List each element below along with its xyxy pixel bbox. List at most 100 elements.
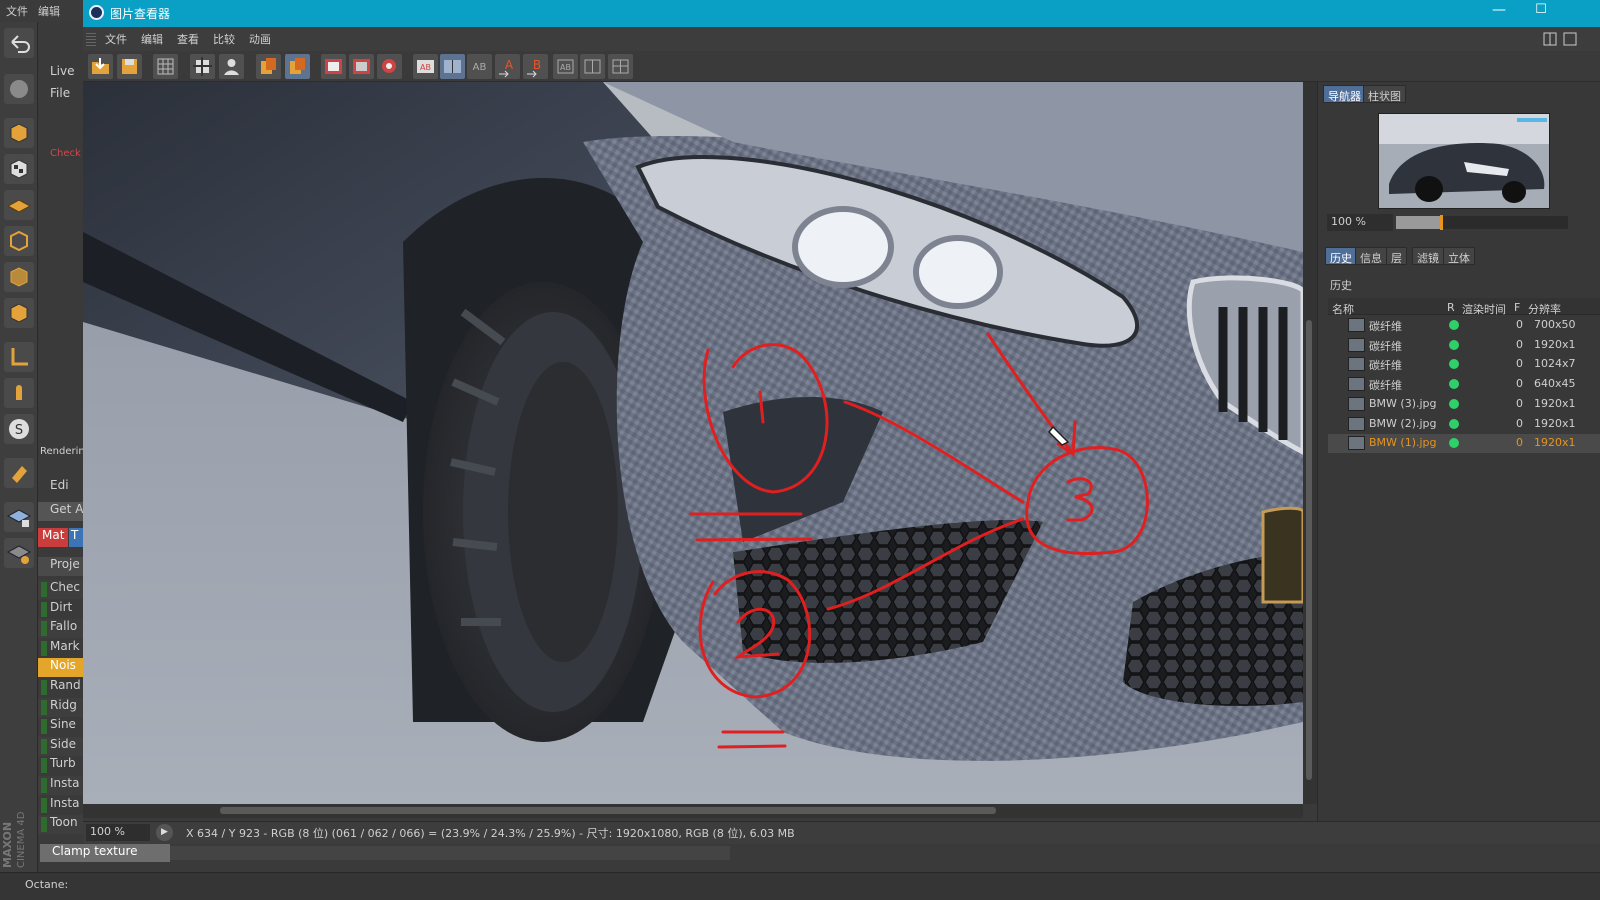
snap-icon[interactable]: S xyxy=(4,414,34,444)
lut-icon[interactable] xyxy=(608,54,633,79)
ab-left-icon[interactable]: AB xyxy=(413,54,438,79)
shader-item[interactable]: Sine xyxy=(38,717,83,736)
tweak-icon[interactable] xyxy=(4,378,34,408)
viewer-menubar: 文件 编辑 查看 比较 动画 xyxy=(83,27,1600,51)
clamp-texture-item[interactable]: Clamp texture xyxy=(40,844,170,862)
minimize-button[interactable]: — xyxy=(1488,2,1510,22)
channels-icon[interactable] xyxy=(580,54,605,79)
shader-item[interactable]: Mark xyxy=(38,639,83,658)
col-r[interactable]: R xyxy=(1447,301,1455,314)
history-row[interactable]: BMW (3).jpg 0 1920x1 xyxy=(1328,395,1600,414)
undo-icon[interactable] xyxy=(4,28,34,58)
horizontal-scroll-thumb[interactable] xyxy=(220,807,996,814)
tab-stereo[interactable]: 立体 xyxy=(1443,247,1475,265)
shader-item[interactable]: Ridg xyxy=(38,697,83,717)
mat-tab[interactable]: Mat xyxy=(38,528,68,547)
shader-item[interactable]: Fallo xyxy=(38,619,83,639)
planar-workplane-icon[interactable] xyxy=(4,538,34,568)
shader-item[interactable]: Rand xyxy=(38,678,83,697)
edges-mode-icon[interactable] xyxy=(4,262,34,292)
layer-a-icon[interactable] xyxy=(256,54,281,79)
history-resolution: 1920x1 xyxy=(1534,416,1576,430)
compare-icon[interactable] xyxy=(377,54,402,79)
shader-item[interactable]: Insta xyxy=(38,796,83,815)
history-name: BMW (2).jpg xyxy=(1369,416,1437,430)
history-row[interactable]: BMW (2).jpg 0 1920x1 xyxy=(1328,415,1600,434)
c4d-menu-file[interactable]: 文件 xyxy=(6,3,28,19)
panel-layout-icon[interactable] xyxy=(1540,30,1596,48)
tab-info[interactable]: 信息 xyxy=(1355,247,1387,265)
axis-icon[interactable] xyxy=(4,342,34,372)
person-icon[interactable] xyxy=(219,54,244,79)
menu-edit[interactable]: 编辑 xyxy=(141,31,163,47)
menubar-grip[interactable] xyxy=(86,32,96,46)
locked-workplane-icon[interactable] xyxy=(4,502,34,532)
tab-navigator[interactable]: 导航器 xyxy=(1323,85,1366,103)
file-label[interactable]: File xyxy=(38,86,83,105)
points-mode-icon[interactable] xyxy=(4,226,34,256)
menu-view[interactable]: 查看 xyxy=(177,31,199,47)
c4d-menu-edit[interactable]: 编辑 xyxy=(38,3,60,19)
menu-compare[interactable]: 比较 xyxy=(213,31,235,47)
menu-file[interactable]: 文件 xyxy=(105,31,127,47)
history-row[interactable]: 碳纤维 0 640x45 xyxy=(1328,375,1600,394)
col-f[interactable]: F xyxy=(1514,301,1520,314)
swap-icon[interactable]: AB xyxy=(553,54,578,79)
set-b-icon[interactable]: B xyxy=(523,54,548,79)
get-button[interactable]: Get A xyxy=(38,502,83,521)
navigator-thumbnail[interactable] xyxy=(1378,113,1550,209)
tab-layers[interactable]: 层 xyxy=(1386,247,1407,265)
shader-item[interactable]: Side xyxy=(38,736,83,756)
menu-animation[interactable]: 动画 xyxy=(249,31,271,47)
c4d-status-bar: Octane: xyxy=(0,872,1600,900)
workplane-icon[interactable] xyxy=(4,190,34,220)
play-icon[interactable]: ▶ xyxy=(156,824,173,841)
history-thumbnail xyxy=(1348,416,1365,431)
open-icon[interactable] xyxy=(88,54,113,79)
col-resolution[interactable]: 分辨率 xyxy=(1528,301,1561,317)
shader-item[interactable]: Nois xyxy=(38,658,83,678)
project-item[interactable]: Proje xyxy=(38,557,83,576)
shader-item[interactable]: Toon xyxy=(38,815,83,835)
history-name: 碳纤维 xyxy=(1369,379,1402,393)
tab-filter[interactable]: 滤镜 xyxy=(1412,247,1444,265)
navigator-zoom-field[interactable]: 100 % xyxy=(1327,214,1393,231)
history-resolution: 1024x7 xyxy=(1534,357,1576,371)
fit-screen-icon[interactable] xyxy=(349,54,374,79)
history-row[interactable]: 碳纤维 0 1024x7 xyxy=(1328,355,1600,374)
maximize-button[interactable]: ☐ xyxy=(1530,2,1552,22)
shader-item[interactable]: Chec xyxy=(38,580,83,599)
ab-icon[interactable]: AB xyxy=(467,54,492,79)
tab-history[interactable]: 历史 xyxy=(1325,247,1357,265)
col-render-time[interactable]: 渲染时间 xyxy=(1462,301,1506,317)
t-tab[interactable]: T xyxy=(69,528,83,547)
navigator-zoom-knob[interactable] xyxy=(1440,215,1443,230)
fit-icon[interactable] xyxy=(321,54,346,79)
history-row[interactable]: 碳纤维 0 700x50 xyxy=(1328,316,1600,335)
grid-icon[interactable] xyxy=(153,54,178,79)
render-region-icon[interactable] xyxy=(190,54,215,79)
object-mode-icon[interactable] xyxy=(4,118,34,148)
viewer-titlebar xyxy=(83,0,1600,27)
svg-text:AB: AB xyxy=(420,63,431,72)
model-mode-icon[interactable] xyxy=(4,74,34,104)
shader-item[interactable]: Insta xyxy=(38,776,83,795)
shader-item[interactable]: Turb xyxy=(38,756,83,775)
ab-split-icon[interactable] xyxy=(440,54,465,79)
image-viewport[interactable] xyxy=(83,82,1303,804)
zoom-field[interactable]: 100 % xyxy=(86,824,150,841)
magnet-icon[interactable] xyxy=(4,458,34,488)
edit-label[interactable]: Edi xyxy=(38,478,83,497)
col-name[interactable]: 名称 xyxy=(1332,301,1354,317)
shader-item[interactable]: Dirt xyxy=(38,600,83,619)
history-row[interactable]: 碳纤维 0 1920x1 xyxy=(1328,336,1600,355)
polygons-mode-icon[interactable] xyxy=(4,298,34,328)
set-a-icon[interactable]: A xyxy=(495,54,520,79)
vertical-scroll-thumb[interactable] xyxy=(1306,320,1312,780)
texture-mode-icon[interactable] xyxy=(4,154,34,184)
layer-b-icon[interactable] xyxy=(285,54,310,79)
tab-histogram[interactable]: 柱状图 xyxy=(1363,85,1406,103)
live-label: Live xyxy=(50,64,75,78)
save-icon[interactable] xyxy=(117,54,142,79)
history-row[interactable]: BMW (1).jpg 0 1920x1 xyxy=(1328,434,1600,454)
